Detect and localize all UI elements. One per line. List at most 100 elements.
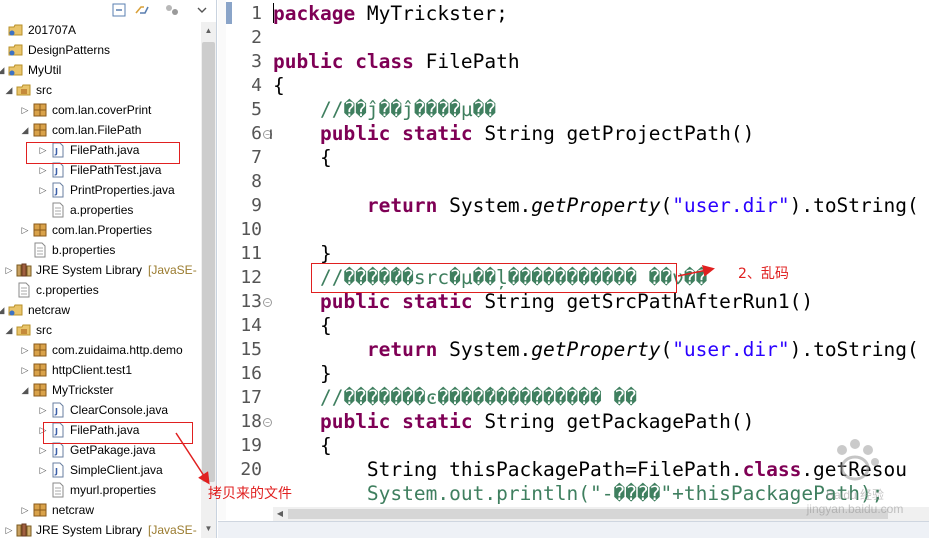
tree-item[interactable]: ▷ com.lan.coverPrint [0,100,200,120]
tree-item[interactable]: b.properties [0,240,200,260]
code-line[interactable]: package MyTrickster; [273,2,508,26]
focus-icon[interactable] [164,3,180,17]
properties-file-icon [50,202,66,218]
tree-item-label: 201707A [28,23,77,37]
code-token: public [319,122,391,145]
line-number-gutter: 1 2 3 4 5 6−7 8 9 10 11 12 13−14 15 16 17 18−19 20 [232,0,274,520]
code-token: ( [660,338,673,361]
collapsed-twisty-icon[interactable]: ▷ [20,360,30,380]
expanded-twisty-icon[interactable]: ◢ [20,120,30,140]
collapsed-twisty-icon[interactable]: ▷ [20,500,30,520]
collapsed-twisty-icon[interactable]: ▷ [38,400,48,420]
code-line[interactable]: public class FilePath [273,50,520,74]
tree-item[interactable]: ▷ J ClearConsole.java [0,400,200,420]
code-token: return [366,338,438,361]
line-number: 10 [240,219,262,240]
collapsed-twisty-icon[interactable]: ▷ [38,180,48,200]
properties-file-icon [50,482,66,498]
tree-item-label: com.lan.FilePath [52,123,142,137]
line-number: 14 [240,315,262,336]
tree-item[interactable]: ▷ com.lan.Properties [0,220,200,240]
view-menu-icon[interactable] [196,3,212,17]
tree-item-label: ClearConsole.java [70,403,169,417]
tree-item[interactable]: ▷ com.zuidaima.http.demo [0,340,200,360]
expanded-twisty-icon[interactable]: ◢ [0,300,6,320]
tree-item[interactable]: c.properties [0,280,200,300]
scroll-left-icon[interactable]: ◀ [273,507,287,521]
code-line[interactable]: { [273,146,332,170]
tree-item[interactable]: ◢ com.lan.FilePath [0,120,200,140]
tree-item[interactable]: ▷ J PrintProperties.java [0,180,200,200]
tree-item[interactable]: ▷ httpClient.test1 [0,360,200,380]
tree-item[interactable]: ◢ MyTrickster [0,380,200,400]
code-line[interactable]: } [273,362,332,386]
source-folder-icon [16,322,32,338]
code-line[interactable]: { [273,74,285,98]
line-number: 19 [240,435,262,456]
scroll-down-icon[interactable]: ▼ [201,520,216,538]
collapsed-twisty-icon[interactable]: ▷ [20,100,30,120]
code-line[interactable]: return System.getProperty("user.dir").to… [273,194,919,218]
tree-item[interactable]: ◢ src [0,80,200,100]
code-line[interactable]: //�������ͼ����̃���������� �� [273,386,637,410]
collapse-all-icon[interactable] [112,3,128,17]
code-line[interactable]: public static String getSrcPathAfterRun1… [273,290,813,314]
code-token: static [402,410,473,433]
java-file-icon: J [50,442,66,458]
tree-item[interactable]: ▷ JRE System Library [JavaSE- [0,260,200,280]
collapsed-twisty-icon[interactable]: ▷ [20,340,30,360]
collapsed-twisty-icon[interactable]: ▷ [38,460,48,480]
package-icon [32,382,48,398]
code-line[interactable]: { [273,314,332,338]
code-line[interactable]: //��ĵ��ĵ����µ�� [273,98,496,122]
tree-item[interactable]: a.properties [0,200,200,220]
scroll-up-icon[interactable]: ▲ [201,22,216,40]
expanded-twisty-icon[interactable]: ◢ [4,80,14,100]
tree-item-decoration: [JavaSE- [148,263,197,277]
tree-item[interactable]: 201707A [0,22,200,40]
expanded-twisty-icon[interactable]: ◢ [4,320,14,340]
code-line[interactable]: { [273,434,332,458]
tree-item-label: netcraw [52,503,95,517]
collapsed-twisty-icon[interactable]: ▷ [4,260,14,280]
garbled-annotation-label: 2、乱码 [738,266,789,282]
tree-item-label: src [36,83,52,97]
collapsed-twisty-icon[interactable]: ▷ [20,220,30,240]
text-caret [273,3,274,23]
tree-item[interactable]: ▷ JRE System Library [JavaSE- [0,520,200,538]
tree-item-label: com.zuidaima.http.demo [52,343,183,357]
fold-toggle-icon[interactable]: − [263,418,272,427]
copied-file-annotation-label: 拷贝来的文件 [208,486,292,502]
explorer-scroll-thumb[interactable] [202,42,215,482]
code-token: ).toString( [789,338,919,361]
line-number: 2 [251,27,262,48]
tree-item[interactable]: ▷ J SimpleClient.java [0,460,200,480]
tree-item[interactable]: ◢ MyUtil [0,60,200,80]
line-number: 7 [251,147,262,168]
collapsed-twisty-icon[interactable]: ▷ [4,520,14,538]
code-token: { [273,146,332,169]
tree-item[interactable]: ◢ src [0,320,200,340]
code-line[interactable]: public static String getPackagePath() [273,410,754,434]
tree-item[interactable]: myurl.properties [0,480,200,500]
code-token: System. [437,194,532,217]
tree-item[interactable]: ▷ netcraw [0,500,200,520]
expanded-twisty-icon[interactable]: ◢ [20,380,30,400]
svg-text:J: J [54,187,58,196]
code-line[interactable]: return System.getProperty("user.dir").to… [273,338,919,362]
fold-toggle-icon[interactable]: − [263,298,272,307]
code-token: String getPackagePath() [472,410,755,433]
code-token: String thisPackagePath=FilePath. [273,458,743,481]
line-number: 16 [240,363,262,384]
code-line[interactable]: public static String getProjectPath() [273,122,754,146]
tree-item[interactable]: DesignPatterns [0,40,200,60]
code-token: public [319,410,391,433]
code-token: String getSrcPathAfterRun1() [472,290,814,313]
link-with-editor-icon[interactable] [134,3,150,17]
library-icon [16,262,32,278]
expanded-twisty-icon[interactable]: ◢ [0,60,6,80]
tree-item[interactable]: ◢ netcraw [0,300,200,320]
tree-item-label: SimpleClient.java [70,463,163,477]
